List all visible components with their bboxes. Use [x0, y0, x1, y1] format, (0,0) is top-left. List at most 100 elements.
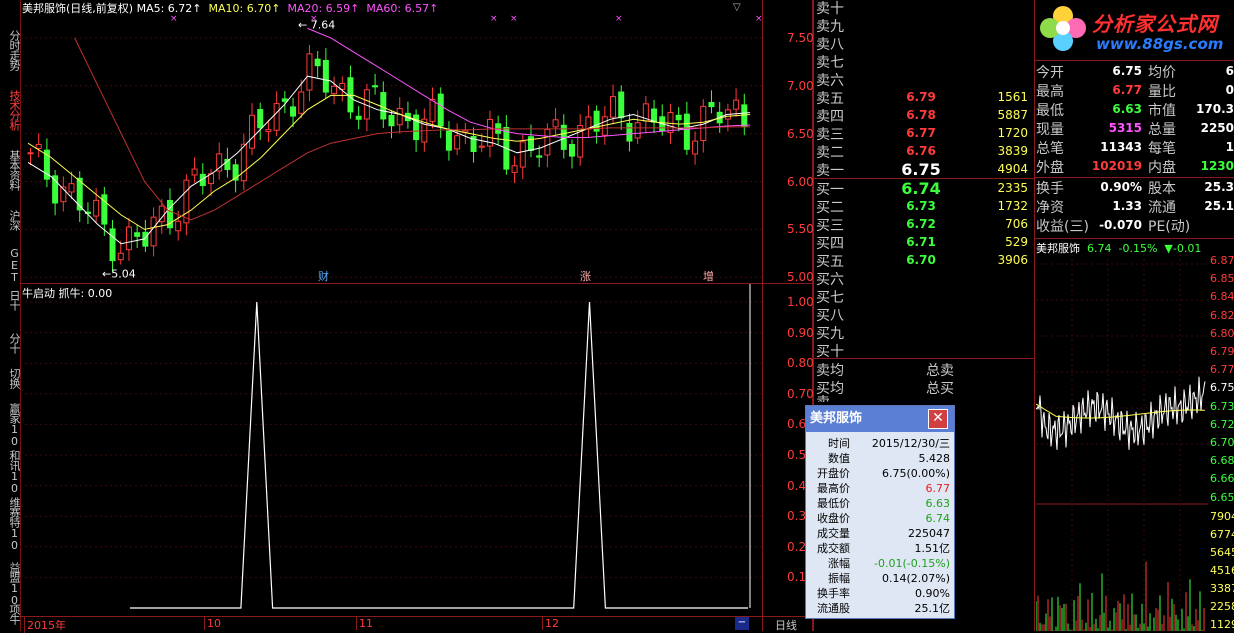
event-marker[interactable]: × — [510, 14, 518, 24]
buy-level-3[interactable]: 买三 6.72 706 — [816, 215, 1034, 234]
candle[interactable] — [150, 216, 157, 247]
candle[interactable] — [331, 85, 338, 95]
event-marker[interactable]: × — [310, 14, 318, 24]
buy-level-9[interactable]: 买九 — [816, 323, 1034, 342]
candle[interactable] — [454, 135, 461, 150]
candle[interactable] — [511, 165, 518, 173]
buy-level-10[interactable]: 买十 — [816, 341, 1034, 360]
candle[interactable] — [610, 96, 617, 118]
candle[interactable] — [281, 98, 288, 102]
buy-level-6[interactable]: 买六 — [816, 269, 1034, 288]
sell-level-6[interactable]: 卖五 6.79 1561 — [816, 88, 1034, 107]
sell-level-1[interactable]: 卖十 — [816, 0, 1034, 17]
left-tab-5[interactable]: GET — [0, 247, 21, 283]
buy-level-5[interactable]: 买五 6.70 3906 — [816, 251, 1034, 270]
candle[interactable] — [249, 114, 256, 149]
event-marker[interactable]: × — [170, 14, 178, 24]
sell-level-4[interactable]: 卖七 — [816, 52, 1034, 71]
sell-level-7[interactable]: 卖四 6.78 5887 — [816, 106, 1034, 125]
left-tab-9[interactable]: 赢家10 — [0, 403, 21, 447]
left-tab-11[interactable]: 维赛特10 — [0, 497, 21, 551]
sell-level-9[interactable]: 卖二 6.76 3839 — [816, 142, 1034, 161]
left-tab-12[interactable]: 益盟10 — [0, 562, 21, 606]
candle[interactable] — [306, 53, 313, 91]
candle[interactable] — [692, 140, 699, 155]
price-chart[interactable]: ← 7.64←5.04× × × × × × — [20, 14, 762, 282]
candle[interactable] — [298, 91, 305, 114]
left-tab-10[interactable]: 和讯10 — [0, 450, 21, 494]
buy-level-7[interactable]: 买七 — [816, 287, 1034, 306]
candle[interactable] — [437, 93, 444, 127]
candle[interactable] — [618, 91, 625, 119]
scroll-end-button[interactable]: − — [735, 617, 749, 630]
candle[interactable] — [733, 99, 740, 110]
candle[interactable] — [125, 226, 132, 251]
candle[interactable] — [634, 122, 641, 139]
candle[interactable] — [35, 143, 42, 150]
candle[interactable] — [651, 108, 658, 123]
candle[interactable] — [191, 168, 198, 176]
close-icon[interactable]: ✕ — [928, 409, 948, 429]
left-tab-1[interactable]: 分时走势 — [0, 30, 21, 70]
candle[interactable] — [322, 60, 329, 93]
left-tab-4[interactable]: 沪深 — [0, 210, 21, 230]
event-marker[interactable]: × — [490, 14, 498, 24]
left-tab-2[interactable]: 技术分析 — [0, 90, 21, 130]
candle[interactable] — [372, 85, 379, 88]
candle[interactable] — [117, 252, 124, 261]
indicator-chart[interactable] — [20, 284, 762, 616]
candle[interactable] — [544, 128, 551, 156]
candle[interactable] — [667, 112, 674, 133]
candle[interactable] — [240, 143, 247, 182]
candle[interactable] — [527, 136, 534, 151]
buy-level-4[interactable]: 买四 6.71 529 — [816, 233, 1034, 252]
candle[interactable] — [314, 58, 321, 67]
candle[interactable] — [290, 106, 297, 117]
candle[interactable] — [429, 99, 436, 122]
candle[interactable] — [388, 114, 395, 127]
collapse-icon[interactable]: ▽ — [733, 2, 745, 13]
candle[interactable] — [683, 113, 690, 150]
candle[interactable] — [175, 220, 182, 232]
sell-level-3[interactable]: 卖八 — [816, 34, 1034, 53]
buy-level-1[interactable]: 买一 6.74 2335 — [816, 179, 1034, 198]
buy-level-2[interactable]: 买二 6.73 1732 — [816, 197, 1034, 216]
candle[interactable] — [109, 228, 116, 262]
candle[interactable] — [536, 155, 543, 158]
candle[interactable] — [569, 144, 575, 157]
candle[interactable] — [380, 92, 387, 120]
candle[interactable] — [552, 119, 559, 128]
candle[interactable] — [273, 103, 280, 131]
candle[interactable] — [347, 77, 354, 113]
buy-level-8[interactable]: 买八 — [816, 305, 1034, 324]
candle[interactable] — [257, 109, 264, 129]
candle[interactable] — [626, 122, 633, 142]
sell-level-8[interactable]: 卖三 6.77 1720 — [816, 124, 1034, 143]
left-tab-8[interactable]: 切换 — [0, 368, 21, 388]
candle[interactable] — [27, 152, 34, 155]
candle[interactable] — [265, 129, 272, 133]
sell-level-10[interactable]: 卖一 6.75 4904 — [816, 160, 1034, 179]
candle[interactable] — [68, 183, 75, 193]
sell-level-2[interactable]: 卖九 — [816, 16, 1034, 35]
left-tab-7[interactable]: 分十 — [0, 333, 21, 353]
finance-marker[interactable]: 财 — [318, 268, 329, 284]
sell-level-5[interactable]: 卖六 — [816, 70, 1034, 89]
left-tab-13[interactable]: 项牛 — [0, 604, 21, 624]
candle[interactable] — [183, 179, 190, 224]
candle[interactable] — [675, 114, 682, 121]
event-marker[interactable]: × — [755, 14, 762, 24]
candle[interactable] — [134, 232, 141, 237]
left-tab-6[interactable]: 日十 — [0, 290, 21, 310]
left-tab-3[interactable]: 基本资料 — [0, 150, 21, 190]
rise-marker[interactable]: 涨 — [580, 268, 591, 284]
candle[interactable] — [708, 102, 715, 108]
candle[interactable] — [445, 130, 452, 151]
event-marker[interactable]: × — [615, 14, 623, 24]
increase-marker[interactable]: 增 — [703, 268, 714, 284]
candle[interactable] — [355, 115, 362, 120]
logo-url[interactable]: www.88gs.com — [1096, 35, 1223, 53]
candle[interactable] — [396, 107, 403, 126]
intraday-chart[interactable] — [1036, 254, 1208, 631]
candle[interactable] — [519, 141, 526, 168]
